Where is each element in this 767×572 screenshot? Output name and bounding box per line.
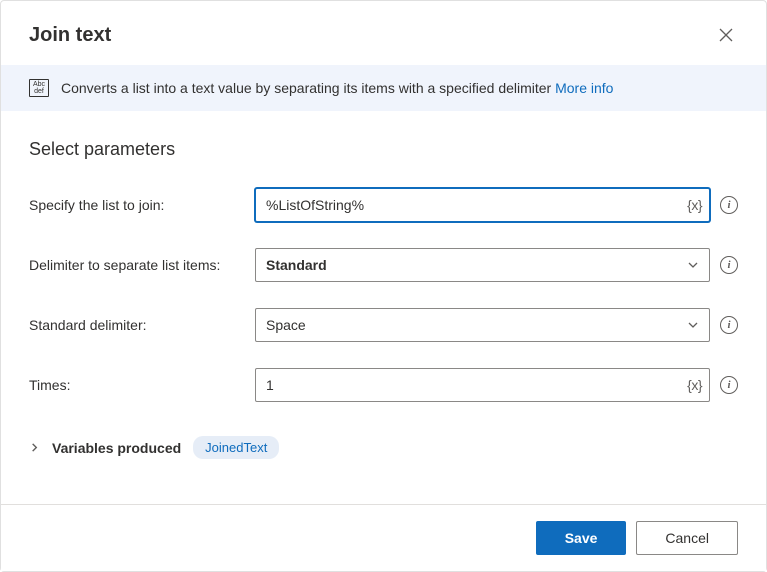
more-info-link[interactable]: More info — [555, 80, 613, 96]
times-label: Times: — [29, 377, 245, 393]
row-list: Specify the list to join: {x} i — [29, 188, 738, 222]
banner-text: Converts a list into a text value by sep… — [61, 80, 551, 96]
chevron-down-icon — [687, 319, 699, 331]
chevron-right-icon[interactable] — [29, 442, 40, 453]
variables-produced-row: Variables produced JoinedText — [29, 428, 738, 467]
variables-produced-label: Variables produced — [52, 440, 181, 456]
delimiter-value: Standard — [266, 257, 327, 273]
row-standard-delimiter: Standard delimiter: Space i — [29, 308, 738, 342]
dialog-content: Select parameters Specify the list to jo… — [1, 111, 766, 475]
section-title: Select parameters — [29, 139, 738, 160]
delimiter-field-wrap: Standard — [255, 248, 710, 282]
info-icon[interactable]: i — [720, 256, 738, 274]
info-icon[interactable]: i — [720, 376, 738, 394]
close-icon — [719, 28, 733, 42]
list-input[interactable] — [255, 188, 710, 222]
standard-delimiter-label: Standard delimiter: — [29, 317, 245, 333]
delimiter-label: Delimiter to separate list items: — [29, 257, 245, 273]
variable-picker-icon[interactable]: {x} — [687, 197, 702, 213]
chevron-down-icon — [687, 259, 699, 271]
variable-pill[interactable]: JoinedText — [193, 436, 279, 459]
row-times: Times: {x} i — [29, 368, 738, 402]
delimiter-dropdown[interactable]: Standard — [255, 248, 710, 282]
dialog-header: Join text — [1, 1, 766, 65]
close-button[interactable] — [714, 23, 738, 47]
standard-delimiter-field-wrap: Space — [255, 308, 710, 342]
info-icon[interactable]: i — [720, 196, 738, 214]
standard-delimiter-value: Space — [266, 317, 306, 333]
times-field-wrap: {x} — [255, 368, 710, 402]
text-abc-icon: Abcdef — [29, 79, 49, 97]
row-delimiter: Delimiter to separate list items: Standa… — [29, 248, 738, 282]
standard-delimiter-dropdown[interactable]: Space — [255, 308, 710, 342]
list-label: Specify the list to join: — [29, 197, 245, 213]
dialog-footer: Save Cancel — [1, 504, 766, 571]
info-banner: Abcdef Converts a list into a text value… — [1, 65, 766, 111]
times-input[interactable] — [255, 368, 710, 402]
banner-content: Converts a list into a text value by sep… — [61, 80, 613, 96]
info-icon[interactable]: i — [720, 316, 738, 334]
cancel-button[interactable]: Cancel — [636, 521, 738, 555]
save-button[interactable]: Save — [536, 521, 627, 555]
variable-picker-icon[interactable]: {x} — [687, 377, 702, 393]
dialog-title: Join text — [29, 24, 111, 47]
list-field-wrap: {x} — [255, 188, 710, 222]
